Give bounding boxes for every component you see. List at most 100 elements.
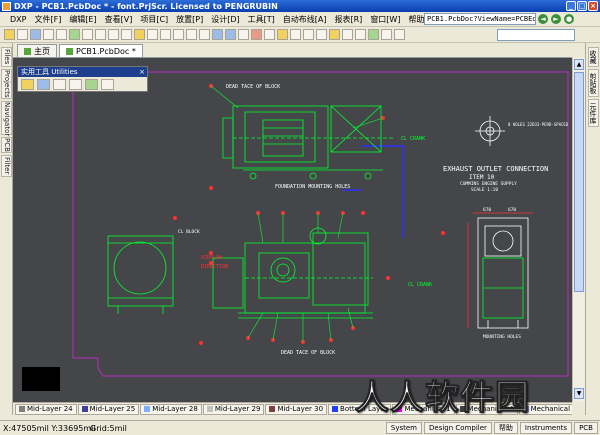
utility-find-icon[interactable] [53, 79, 66, 90]
go-icon[interactable]: ● [564, 14, 574, 24]
interactive-route-icon[interactable] [251, 29, 262, 40]
menu-dxp[interactable]: DXP [6, 15, 30, 24]
utility-room-icon[interactable] [85, 79, 98, 90]
differential-pair-icon[interactable] [264, 29, 275, 40]
layer-tab-label: Mid-Layer 25 [89, 405, 136, 413]
open-folder-icon[interactable] [4, 29, 15, 40]
redo-icon[interactable] [225, 29, 236, 40]
place-fill-icon[interactable] [277, 29, 288, 40]
minimize-button[interactable]: _ [566, 1, 576, 11]
note-block: CL BLOCK [178, 229, 200, 235]
move-icon[interactable] [173, 29, 184, 40]
panel-tab-pcb[interactable]: PCB [1, 137, 12, 153]
layer-tab-mid30[interactable]: Mid-Layer 30 [265, 403, 328, 415]
layer-tab-mid24[interactable]: Mid-Layer 24 [15, 403, 77, 415]
place-arc-icon[interactable] [316, 29, 327, 40]
zoom-in-icon[interactable] [69, 29, 80, 40]
place-pad-icon[interactable] [290, 29, 301, 40]
document-address-field[interactable]: PCB1.PcbDoc?ViewName=PCBEditor [424, 13, 536, 25]
deselect-icon[interactable] [186, 29, 197, 40]
utility-align-icon[interactable] [37, 79, 50, 90]
menu-window[interactable]: 窗口[W] [366, 14, 404, 25]
new-document-icon[interactable] [17, 29, 28, 40]
panel-button-instruments[interactable]: Instruments [519, 422, 573, 434]
back-icon[interactable]: ◄ [538, 14, 548, 24]
utilities-toolbar-panel[interactable]: 实用工具 Utilities × [17, 66, 148, 92]
menu-place[interactable]: 放置[P] [172, 14, 207, 25]
scroll-up-icon[interactable]: ▲ [574, 59, 584, 70]
place-component-icon[interactable] [355, 29, 366, 40]
menu-project[interactable]: 项目[C] [136, 14, 172, 25]
menu-reports[interactable]: 报表[R] [331, 14, 367, 25]
scroll-thumb[interactable] [574, 72, 584, 292]
window-title: DXP - PCB1.PcbDoc * - font.PrjScr. Licen… [14, 1, 278, 11]
pcb-canvas[interactable]: DEAD TACE OF BLOCK CL CRANK FOUNDATION M… [13, 58, 572, 402]
design-rules-icon[interactable] [381, 29, 392, 40]
print-icon[interactable] [43, 29, 54, 40]
tab-home[interactable]: 主页 [17, 44, 57, 57]
zoom-selected-icon[interactable] [95, 29, 106, 40]
tab-pcb1-label: PCB1.PcbDoc * [76, 46, 136, 56]
utility-drawing-icon[interactable] [21, 79, 34, 90]
note-foundation: FOUNDATION MOUNTING HOLES [275, 184, 350, 190]
panel-button-system[interactable]: System [385, 422, 422, 434]
select-area-icon[interactable] [160, 29, 171, 40]
menu-design[interactable]: 设计[D] [207, 14, 243, 25]
leader-3 [352, 117, 384, 129]
utilities-title[interactable]: 实用工具 Utilities × [18, 67, 147, 77]
maximize-button[interactable]: □ [577, 1, 587, 11]
layer-tab-label: Mid-Layer 24 [27, 405, 73, 413]
save-icon[interactable] [30, 29, 41, 40]
layer-tab-mid29[interactable]: Mid-Layer 29 [202, 403, 265, 415]
route-trace [361, 145, 404, 238]
vertical-scrollbar[interactable]: ▲ ▼ [572, 58, 585, 402]
menu-autoroute[interactable]: 自动布线[A] [279, 14, 331, 25]
place-via-icon[interactable] [303, 29, 314, 40]
rubber-stamp-icon[interactable] [147, 29, 158, 40]
tab-home-label: 主页 [34, 46, 50, 56]
scroll-down-icon[interactable]: ▼ [574, 388, 584, 399]
cross-probe-icon[interactable] [199, 29, 210, 40]
undo-icon[interactable] [212, 29, 223, 40]
cut-icon[interactable] [108, 29, 119, 40]
forward-icon[interactable]: ► [551, 14, 561, 24]
radiator-frame [107, 235, 174, 307]
zoom-fit-icon[interactable] [56, 29, 67, 40]
leader-5 [257, 212, 264, 244]
menu-file[interactable]: 文件[F] [30, 14, 65, 25]
panel-button-pcb[interactable]: PCB [574, 422, 598, 434]
layer-tab-mid25[interactable]: Mid-Layer 25 [77, 403, 140, 415]
panel-tab-favorites[interactable]: 收藏 [588, 47, 599, 67]
cursor-coordinates: X:47505mil Y:33695mil [3, 423, 96, 433]
layer-tab-mid28[interactable]: Mid-Layer 28 [140, 403, 202, 415]
hierarchy-icon[interactable] [238, 29, 249, 40]
panel-button-help[interactable]: 帮助 [493, 422, 518, 434]
panel-tab-files[interactable]: Files [1, 47, 12, 67]
utility-grid-icon[interactable] [101, 79, 114, 90]
tab-pcb1[interactable]: PCB1.PcbDoc * [59, 44, 143, 57]
place-string-icon[interactable] [329, 29, 340, 40]
utilities-close-icon[interactable]: × [139, 67, 145, 77]
panel-tab-libraries[interactable]: 元件库 [588, 99, 599, 127]
paste-icon[interactable] [134, 29, 145, 40]
balloon-16 [199, 341, 203, 345]
panel-tab-filter[interactable]: Filter [1, 155, 12, 177]
board-3d-icon[interactable] [368, 29, 379, 40]
note-holes: 8 HOLES 22D33-PE9D-SPACED [508, 122, 569, 127]
mount-hole-1 [249, 172, 257, 180]
utility-dimension-icon[interactable] [69, 79, 82, 90]
panel-tab-navigator[interactable]: Navigator [1, 101, 12, 136]
menu-view[interactable]: 查看[V] [101, 14, 137, 25]
panel-tab-projects[interactable]: Projects [1, 69, 12, 99]
zoom-area-icon[interactable] [82, 29, 93, 40]
variant-combo[interactable] [497, 29, 575, 41]
place-text-icon[interactable] [394, 29, 405, 40]
layer-tab-label: Mechanical [530, 405, 571, 413]
close-button[interactable]: × [588, 1, 598, 11]
place-polygon-icon[interactable] [342, 29, 353, 40]
panel-tab-clipboard[interactable]: 剪贴板 [588, 69, 599, 97]
copy-icon[interactable] [121, 29, 132, 40]
panel-button-design-compiler[interactable]: Design Compiler [424, 422, 492, 434]
menu-edit[interactable]: 编辑[E] [65, 14, 100, 25]
menu-tools[interactable]: 工具[T] [244, 14, 279, 25]
